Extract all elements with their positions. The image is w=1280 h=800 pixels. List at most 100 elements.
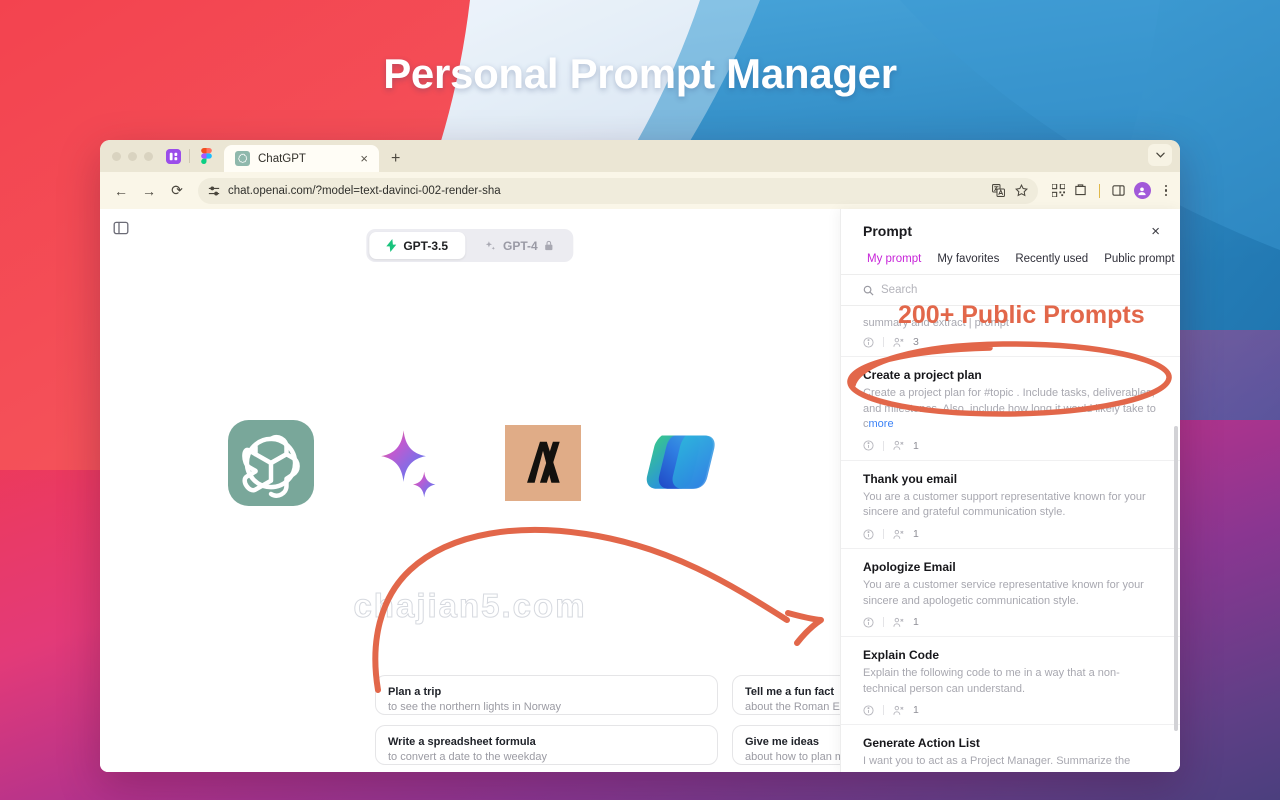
prompt-item-title: Thank you email — [863, 471, 958, 486]
prompt-list-item[interactable]: Explain Code Explain the following code … — [841, 637, 1180, 726]
model-option-gpt4[interactable]: GPT-4 — [467, 232, 571, 259]
window-controls[interactable] — [110, 140, 161, 172]
gemini-sparkle-logo — [363, 419, 451, 507]
share-people-icon — [893, 617, 904, 627]
tab-my-favorites[interactable]: My favorites — [929, 249, 1007, 274]
model-option-gpt35[interactable]: GPT-3.5 — [369, 232, 465, 259]
suggestion-card[interactable]: Plan a trip to see the northern lights i… — [375, 675, 718, 715]
model-switcher[interactable]: GPT-3.5 GPT-4 — [366, 229, 574, 262]
prompt-list-item[interactable]: Thank you email You are a customer suppo… — [841, 461, 1180, 550]
share-people-icon — [893, 529, 904, 539]
prompt-item-count: 1 — [913, 528, 919, 541]
prompt-item-title: Explain Code — [863, 648, 940, 663]
close-icon[interactable]: × — [1151, 224, 1160, 239]
annotation-callout-text: 200+ Public Prompts — [898, 301, 1145, 329]
prompt-panel: Prompt × My prompt My favorites Recently… — [840, 209, 1180, 772]
suggestion-card[interactable]: Tell me a fun fact about the Roman Empir… — [732, 675, 840, 715]
prompt-item-meta: 1 — [863, 616, 1156, 628]
info-icon — [863, 705, 874, 716]
toolbar-divider — [1098, 183, 1100, 198]
anthropic-logo — [499, 419, 587, 507]
browser-tab-title: ChatGPT — [258, 152, 306, 165]
site-watermark: chajian5.com — [353, 587, 587, 625]
meta-divider — [883, 529, 884, 540]
tab-my-prompt[interactable]: My prompt — [859, 249, 929, 274]
prompt-item-title: Generate Action List — [863, 736, 980, 751]
lock-icon — [545, 240, 553, 251]
address-bar-url: chat.openai.com/?model=text-davinci-002-… — [228, 184, 501, 197]
translate-icon[interactable] — [991, 184, 1005, 197]
suggestion-card[interactable]: Give me ideas about how to plan my New Y… — [732, 725, 840, 765]
share-people-icon — [893, 441, 904, 451]
meta-divider — [883, 337, 884, 347]
maximize-window-button[interactable] — [144, 151, 153, 161]
prompt-panel-header: Prompt × — [841, 209, 1180, 249]
extension-grid-icon[interactable] — [165, 148, 181, 164]
profile-avatar[interactable] — [1133, 182, 1151, 199]
sidebar-toggle-icon[interactable] — [113, 220, 129, 236]
close-tab-button[interactable]: × — [358, 152, 370, 165]
prompt-list-scrollbar[interactable] — [1174, 426, 1178, 731]
tab-recently-used[interactable]: Recently used — [1007, 249, 1096, 274]
prompt-item-description: I want you to act as a Project Manager. … — [863, 754, 1156, 772]
info-icon — [863, 529, 874, 540]
meta-divider — [883, 617, 884, 628]
openai-logo — [227, 419, 315, 507]
prompt-item-description-text: I want you to act as a Project Manager. … — [863, 755, 1131, 772]
qr-share-icon[interactable] — [1051, 184, 1065, 197]
split-panel-icon[interactable] — [1111, 184, 1125, 197]
prompt-item-count: 1 — [913, 616, 919, 629]
prompt-item-title: Apologize Email — [863, 560, 956, 575]
reload-button[interactable]: ⟳ — [164, 178, 190, 204]
suggestion-title: Give me ideas — [745, 736, 819, 748]
prompt-search-placeholder: Search — [881, 284, 918, 296]
prompt-list-item[interactable]: Generate Action List I want you to act a… — [841, 725, 1180, 772]
new-tab-button[interactable]: + — [391, 151, 400, 167]
browser-tab-strip: ChatGPT × + — [100, 140, 1180, 172]
prompt-item-description: Explain the following code to me in a wa… — [863, 667, 1120, 695]
prompt-item-description: Create a project plan for #topic . Inclu… — [863, 386, 1156, 433]
forward-button[interactable]: → — [136, 178, 162, 204]
info-icon — [863, 336, 874, 348]
extension-toolbar — [1046, 182, 1173, 199]
prompt-item-more-link[interactable]: more — [869, 418, 894, 430]
close-window-button[interactable] — [112, 151, 121, 161]
suggestion-title: Write a spreadsheet formula — [388, 736, 536, 748]
prompt-list-item[interactable]: Apologize Email You are a customer servi… — [841, 549, 1180, 638]
figma-icon[interactable] — [198, 148, 214, 164]
prompt-list[interactable]: summary and extract | prompt 3 Create a … — [841, 306, 1180, 772]
prompt-list-item[interactable]: Create a project plan Create a project p… — [841, 357, 1180, 461]
info-icon — [863, 617, 874, 628]
tune-icon[interactable] — [208, 185, 220, 197]
prompt-item-meta: 1 — [863, 440, 1156, 452]
page-root: Personal Prompt Manager ChatGPT × + ← → … — [0, 0, 1280, 800]
prompt-item-description: You are a customer service representativ… — [863, 579, 1144, 607]
chatgpt-main: GPT-3.5 GPT-4 chajian5.com Plan a trip t… — [100, 209, 840, 772]
tab-public-prompt[interactable]: Public prompt — [1096, 249, 1180, 274]
prompt-item-meta: 1 — [863, 704, 1156, 716]
model-option-gpt4-label: GPT-4 — [503, 238, 538, 253]
info-icon — [863, 440, 874, 451]
downloads-icon[interactable] — [1074, 184, 1087, 197]
prompt-panel-title: Prompt — [863, 223, 912, 239]
star-icon[interactable] — [1014, 184, 1028, 197]
ai-logo-row — [100, 419, 840, 507]
page-viewport: GPT-3.5 GPT-4 chajian5.com Plan a trip t… — [100, 209, 1180, 772]
prompt-item-meta: 3 — [863, 336, 1156, 348]
minimize-window-button[interactable] — [128, 151, 137, 161]
prompt-item-count: 1 — [913, 704, 919, 717]
back-button[interactable]: ← — [108, 178, 134, 204]
kebab-menu-icon[interactable] — [1160, 184, 1173, 197]
prompt-item-title: Create a project plan — [863, 368, 982, 382]
suggestion-subtitle: about the Roman Empire — [745, 700, 840, 713]
search-icon — [863, 285, 874, 296]
chatgpt-icon — [235, 151, 250, 166]
browser-tab[interactable]: ChatGPT × — [224, 145, 379, 172]
model-option-gpt35-label: GPT-3.5 — [403, 238, 448, 253]
suggestion-card[interactable]: Write a spreadsheet formula to convert a… — [375, 725, 718, 765]
suggestion-subtitle: to convert a date to the weekday — [388, 750, 547, 763]
share-people-icon — [893, 337, 904, 347]
address-bar[interactable]: chat.openai.com/?model=text-davinci-002-… — [198, 177, 1038, 204]
chevron-down-icon[interactable] — [1148, 144, 1172, 166]
suggestion-title: Tell me a fun fact — [745, 686, 835, 698]
